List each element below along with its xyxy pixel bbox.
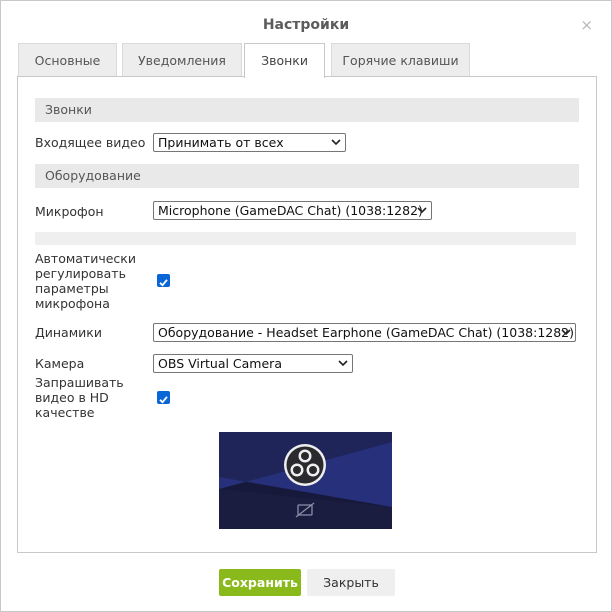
chevron-down-icon <box>338 360 348 367</box>
hd-video-label-line: качестве <box>35 405 95 420</box>
obs-logo-icon <box>284 444 326 486</box>
section-header-hardware: Оборудование <box>35 164 579 188</box>
auto-gain-checkbox[interactable] <box>157 274 170 287</box>
hd-video-label: Запрашивать видео в HD качестве <box>35 375 124 420</box>
camera-value: OBS Virtual Camera <box>158 356 282 371</box>
tab-notifications[interactable]: Уведомления <box>122 43 242 77</box>
incoming-video-select[interactable]: Принимать от всех <box>153 133 346 152</box>
auto-gain-label-line: регулировать <box>35 266 126 281</box>
checkmark-icon <box>159 279 168 287</box>
microphone-select[interactable]: Microphone (GameDAC Chat) (1038:1282) <box>153 201 432 220</box>
checkmark-icon <box>159 396 168 404</box>
camera-select[interactable]: OBS Virtual Camera <box>153 354 353 373</box>
save-button[interactable]: Сохранить <box>219 569 301 596</box>
auto-gain-label-line: микрофона <box>35 296 110 311</box>
close-button[interactable]: Закрыть <box>307 569 395 596</box>
tab-hotkeys[interactable]: Горячие клавиши <box>331 43 470 77</box>
auto-gain-label-line: параметры <box>35 281 109 296</box>
chevron-down-icon <box>331 139 341 146</box>
section-header-calls: Звонки <box>35 98 579 122</box>
microphone-label: Микрофон <box>35 204 104 219</box>
incoming-video-label: Входящее видео <box>35 135 146 150</box>
chevron-down-icon <box>417 207 427 214</box>
hd-video-checkbox[interactable] <box>157 391 170 404</box>
hd-video-label-line: Запрашивать <box>35 375 124 390</box>
chevron-down-icon <box>561 329 571 336</box>
close-icon[interactable]: × <box>580 18 593 33</box>
tab-general[interactable]: Основные <box>18 43 117 77</box>
section-divider <box>35 232 576 245</box>
speakers-value: Оборудование - Headset Earphone (GameDAC… <box>158 325 575 340</box>
hd-video-label-line: видео в HD <box>35 390 109 405</box>
speakers-select[interactable]: Оборудование - Headset Earphone (GameDAC… <box>153 323 576 342</box>
auto-gain-label-line: Автоматически <box>35 251 136 266</box>
speakers-label: Динамики <box>35 325 102 340</box>
auto-gain-label: Автоматически регулировать параметры мик… <box>35 251 136 311</box>
tab-calls[interactable]: Звонки <box>244 43 325 78</box>
incoming-video-value: Принимать от всех <box>158 135 284 150</box>
settings-dialog: Настройки × Основные Уведомления Звонки … <box>0 0 612 612</box>
camera-preview <box>219 432 392 529</box>
camera-preview-image <box>219 432 392 529</box>
microphone-value: Microphone (GameDAC Chat) (1038:1282) <box>158 203 423 218</box>
dialog-title: Настройки <box>262 17 350 33</box>
camera-label: Камера <box>35 356 85 371</box>
